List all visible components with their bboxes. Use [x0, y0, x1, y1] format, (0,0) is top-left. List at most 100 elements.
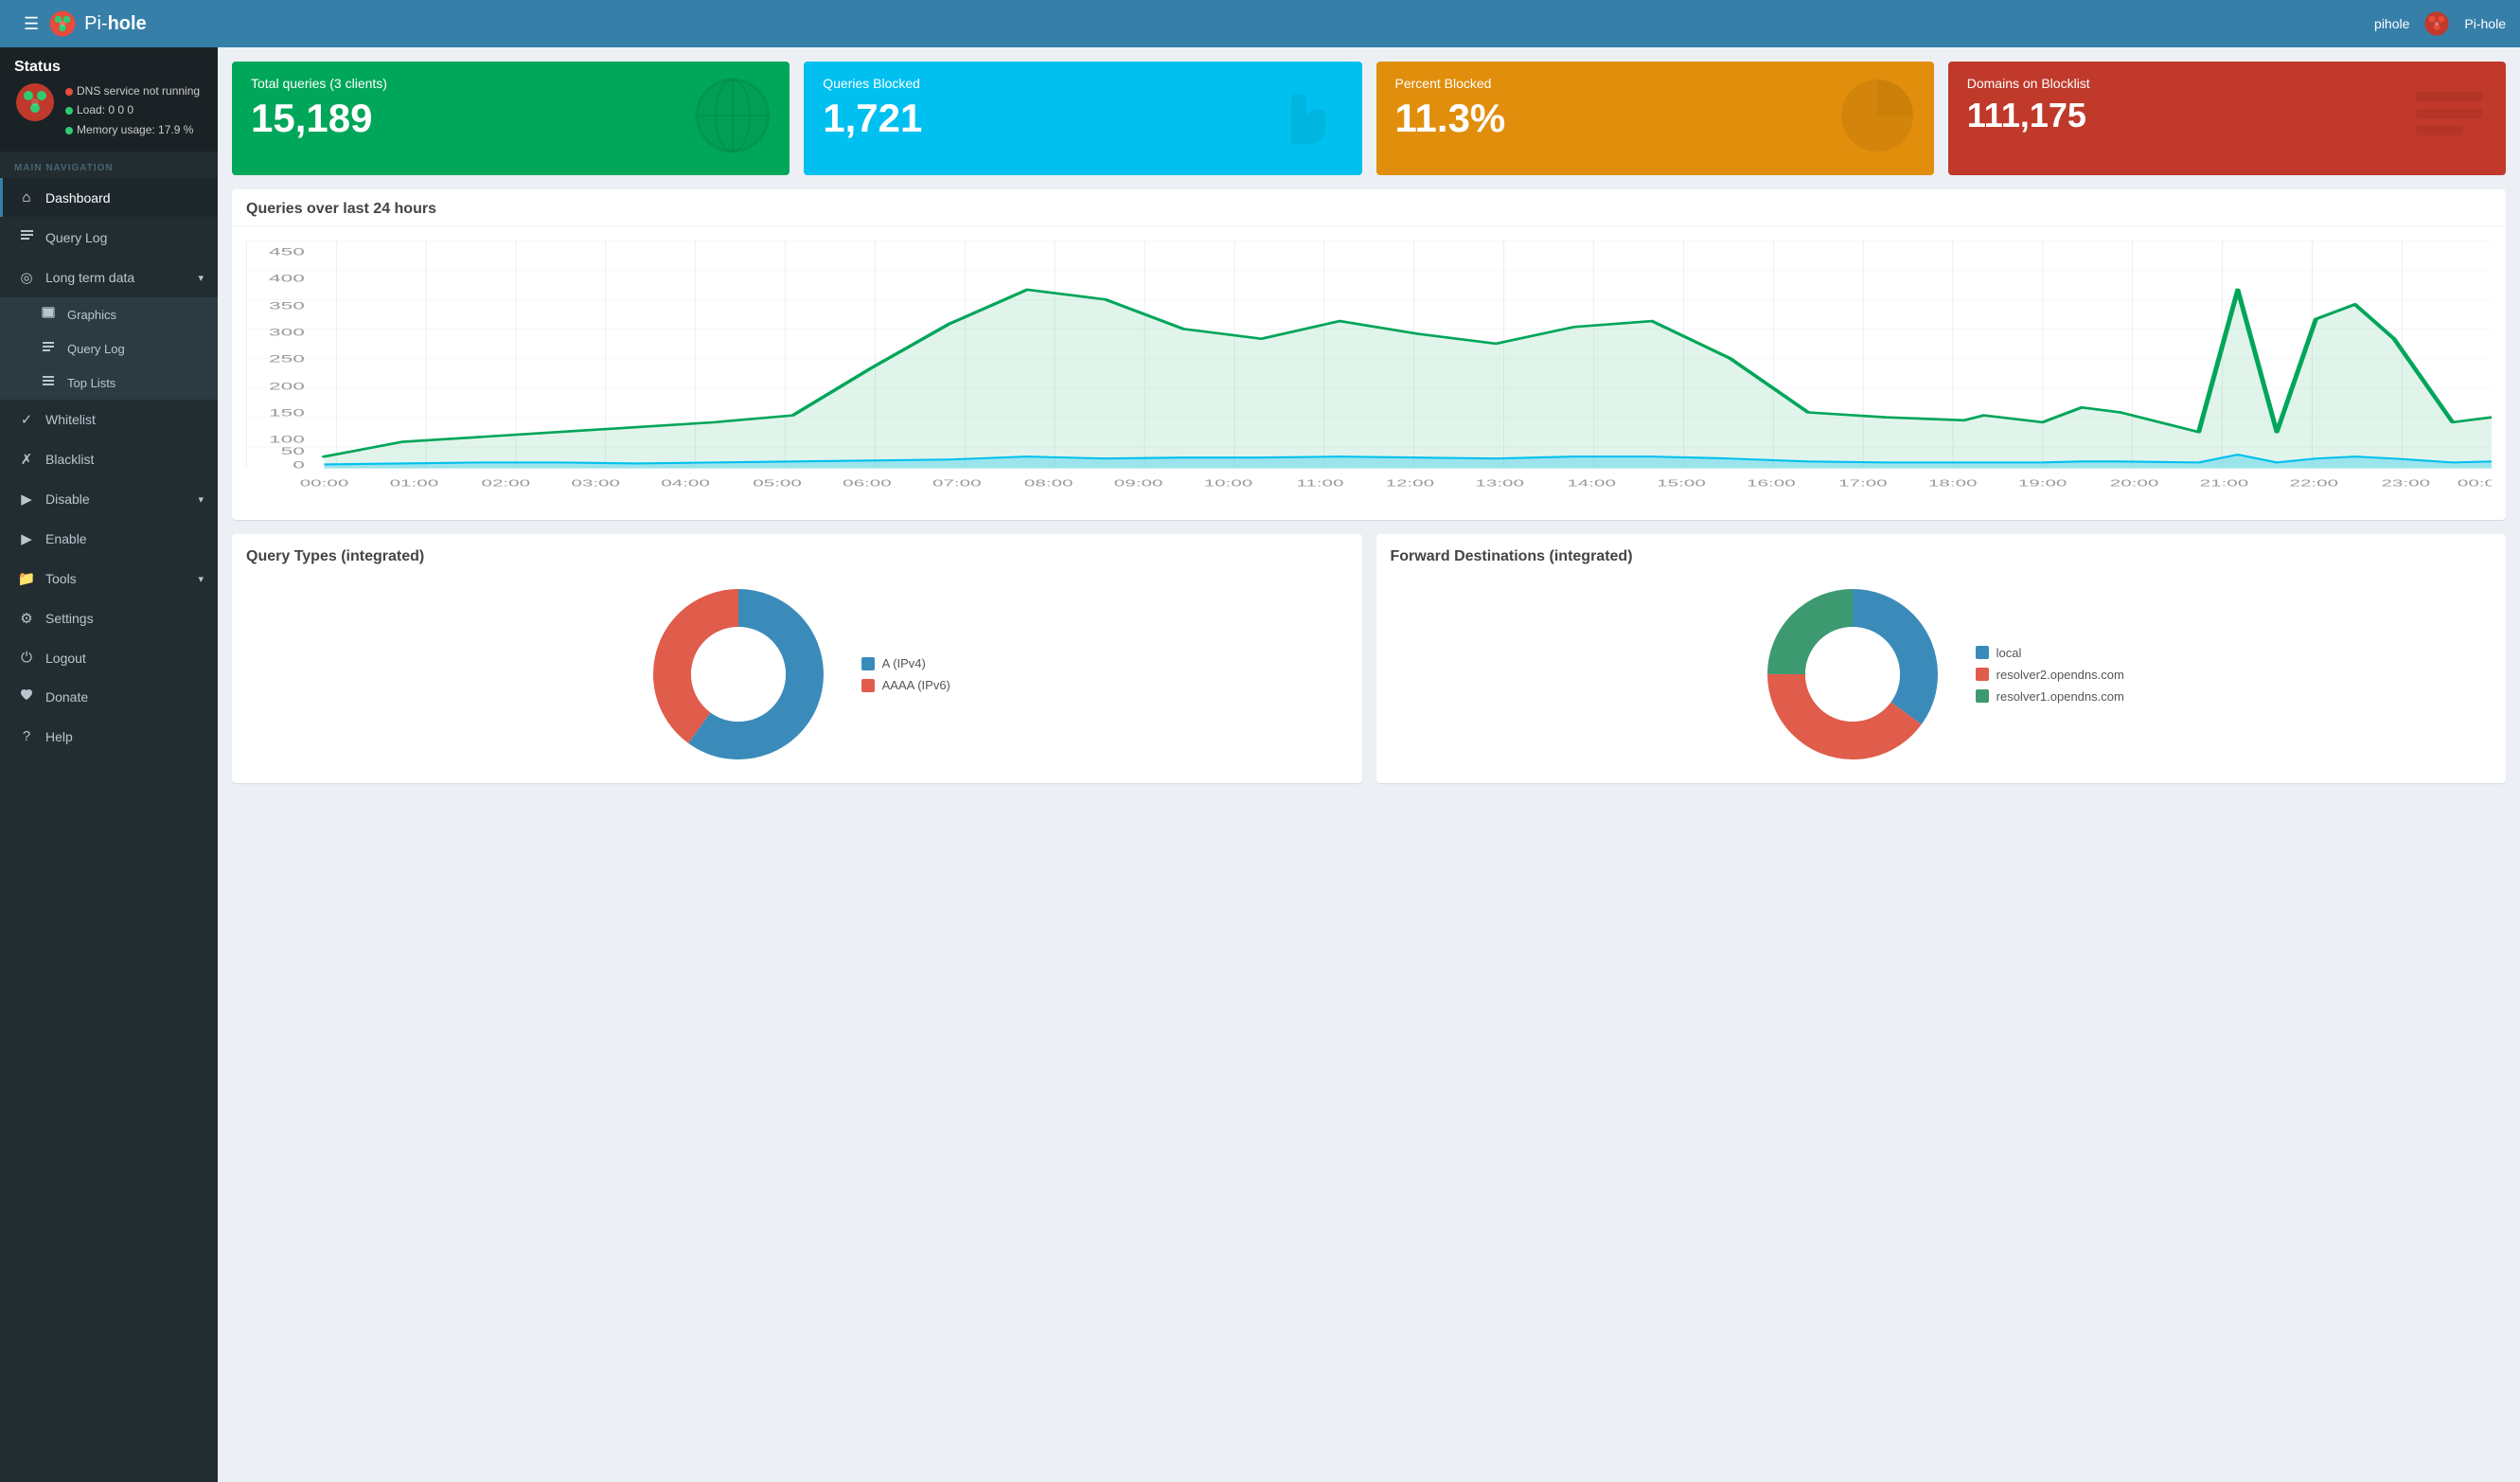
- svg-text:450: 450: [269, 245, 305, 258]
- sidebar-item-donate-label: Donate: [45, 689, 88, 705]
- svg-text:200: 200: [269, 380, 305, 392]
- svg-text:50: 50: [281, 445, 305, 457]
- list-icon: [2406, 73, 2492, 170]
- sidebar-item-logout[interactable]: ⏻ Logout: [0, 638, 218, 677]
- sidebar-item-whitelist-label: Whitelist: [45, 412, 96, 427]
- navbar-pihole-label: Pi-hole: [2464, 16, 2506, 31]
- legend-color-ipv6: [861, 679, 875, 692]
- svg-text:13:00: 13:00: [1475, 477, 1524, 488]
- globe-icon: [690, 73, 775, 170]
- sidebar-item-dashboard[interactable]: ⌂ Dashboard: [0, 178, 218, 217]
- query-types-chart-svg: [644, 580, 833, 769]
- sidebar-item-long-query-log[interactable]: Query Log: [0, 331, 218, 366]
- svg-text:02:00: 02:00: [482, 477, 531, 488]
- forward-destinations-title: Forward Destinations (integrated): [1391, 548, 2493, 565]
- svg-text:19:00: 19:00: [2018, 477, 2067, 488]
- main-content: Total queries (3 clients) 15,189 Queries…: [218, 47, 2520, 1482]
- legend-label-ipv4: A (IPv4): [882, 656, 926, 670]
- chart-body: 450 400 350 300 250 200 150 100 50 0: [232, 226, 2506, 520]
- long-term-submenu: Graphics Query Log Top Lists: [0, 297, 218, 400]
- sidebar-item-graphics-label: Graphics: [67, 308, 116, 322]
- svg-text:00:00: 00:00: [300, 477, 349, 488]
- legend-label-resolver2: resolver2.opendns.com: [1996, 668, 2124, 682]
- sidebar-item-dashboard-label: Dashboard: [45, 190, 111, 205]
- svg-text:01:00: 01:00: [390, 477, 439, 488]
- query-types-title: Query Types (integrated): [246, 548, 1348, 565]
- svg-text:14:00: 14:00: [1567, 477, 1616, 488]
- sidebar-item-blacklist[interactable]: ✗ Blacklist: [0, 439, 218, 479]
- query-types-content: A (IPv4) AAAA (IPv6): [246, 580, 1348, 769]
- svg-text:00:00: 00:00: [2458, 477, 2492, 488]
- svg-text:16:00: 16:00: [1747, 477, 1796, 488]
- hamburger-button[interactable]: ☰: [14, 9, 48, 39]
- svg-text:20:00: 20:00: [2110, 477, 2159, 488]
- sidebar-item-graphics[interactable]: Graphics: [0, 297, 218, 331]
- sidebar-item-enable-label: Enable: [45, 531, 87, 546]
- sidebar-item-long-term-label: Long term data: [45, 270, 134, 285]
- disable-arrow-icon: ▾: [198, 493, 204, 506]
- svg-text:05:00: 05:00: [753, 477, 802, 488]
- dns-status-dot: [65, 88, 73, 96]
- sidebar-item-top-lists[interactable]: Top Lists: [0, 366, 218, 400]
- legend-color-ipv4: [861, 657, 875, 670]
- legend-label-local: local: [1996, 646, 2022, 660]
- sidebar-item-donate[interactable]: Donate: [0, 677, 218, 717]
- sidebar-item-whitelist[interactable]: ✓ Whitelist: [0, 400, 218, 439]
- svg-text:18:00: 18:00: [1928, 477, 1978, 488]
- svg-text:08:00: 08:00: [1024, 477, 1074, 488]
- svg-text:10:00: 10:00: [1204, 477, 1253, 488]
- dashboard-icon: ⌂: [17, 189, 36, 205]
- disable-icon: ▶: [17, 491, 36, 508]
- navbar: ☰ Pi-hole pihole Pi-hole: [0, 0, 2520, 47]
- sidebar-item-long-query-log-label: Query Log: [67, 342, 125, 356]
- legend-item-resolver1: resolver1.opendns.com: [1976, 689, 2124, 704]
- legend-item-resolver2: resolver2.opendns.com: [1976, 668, 2124, 682]
- sidebar-item-help[interactable]: ? Help: [0, 717, 218, 756]
- status-details: DNS service not running Load: 0 0 0 Memo…: [65, 81, 200, 139]
- legend-label-ipv6: AAAA (IPv6): [882, 678, 950, 692]
- brand-logo[interactable]: Pi-hole: [48, 9, 147, 38]
- logout-icon: ⏻: [17, 650, 36, 666]
- query-types-legend: A (IPv4) AAAA (IPv6): [861, 656, 950, 692]
- top-lists-icon: [39, 374, 58, 391]
- svg-text:22:00: 22:00: [2290, 477, 2339, 488]
- svg-text:21:00: 21:00: [2200, 477, 2249, 488]
- svg-text:12:00: 12:00: [1386, 477, 1435, 488]
- sidebar-item-logout-label: Logout: [45, 651, 86, 666]
- legend-color-resolver1: [1976, 689, 1989, 703]
- svg-text:250: 250: [269, 352, 305, 365]
- blacklist-icon: ✗: [17, 451, 36, 468]
- sidebar-status: Status DNS service not running Load: 0 0…: [0, 47, 218, 152]
- wrapper: Status DNS service not running Load: 0 0…: [0, 47, 2520, 1482]
- svg-text:23:00: 23:00: [2381, 477, 2430, 488]
- sidebar-item-tools[interactable]: 📁 Tools ▾: [0, 559, 218, 598]
- sidebar-item-settings[interactable]: ⚙ Settings: [0, 598, 218, 638]
- forward-destinations-content: local resolver2.opendns.com resolver1.op…: [1391, 580, 2493, 769]
- dns-status-text: DNS service not running: [77, 84, 200, 98]
- svg-text:06:00: 06:00: [843, 477, 892, 488]
- stat-card-domains-blocklist: Domains on Blocklist 111,175: [1948, 62, 2506, 175]
- brand-hole: hole: [108, 13, 147, 35]
- svg-text:03:00: 03:00: [571, 477, 620, 488]
- legend-color-local: [1976, 646, 1989, 659]
- stat-cards: Total queries (3 clients) 15,189 Queries…: [232, 62, 2506, 175]
- stat-card-percent-blocked: Percent Blocked 11.3%: [1376, 62, 1934, 175]
- sidebar-item-disable[interactable]: ▶ Disable ▾: [0, 479, 218, 519]
- svg-text:04:00: 04:00: [661, 477, 710, 488]
- sidebar-item-query-log-label: Query Log: [45, 230, 107, 245]
- pie-chart-icon: [1835, 73, 1920, 170]
- sidebar-item-query-log[interactable]: Query Log: [0, 217, 218, 258]
- forward-destinations-panel: Forward Destinations (integrated): [1376, 534, 2507, 783]
- legend-item-ipv4: A (IPv4): [861, 656, 950, 670]
- svg-text:11:00: 11:00: [1296, 477, 1343, 488]
- sidebar-item-enable[interactable]: ▶ Enable: [0, 519, 218, 559]
- enable-icon: ▶: [17, 530, 36, 547]
- brand-pi: Pi-: [84, 13, 107, 35]
- queries-chart-svg: 450 400 350 300 250 200 150 100 50 0: [246, 241, 2492, 506]
- donate-icon: [17, 688, 36, 705]
- queries-chart-panel: Queries over last 24 hours 450 400: [232, 189, 2506, 520]
- query-types-panel: Query Types (integrated) A (IPv4): [232, 534, 1362, 783]
- sidebar-item-long-term[interactable]: ◎ Long term data ▾: [0, 258, 218, 297]
- legend-color-resolver2: [1976, 668, 1989, 681]
- forward-destinations-legend: local resolver2.opendns.com resolver1.op…: [1976, 646, 2124, 704]
